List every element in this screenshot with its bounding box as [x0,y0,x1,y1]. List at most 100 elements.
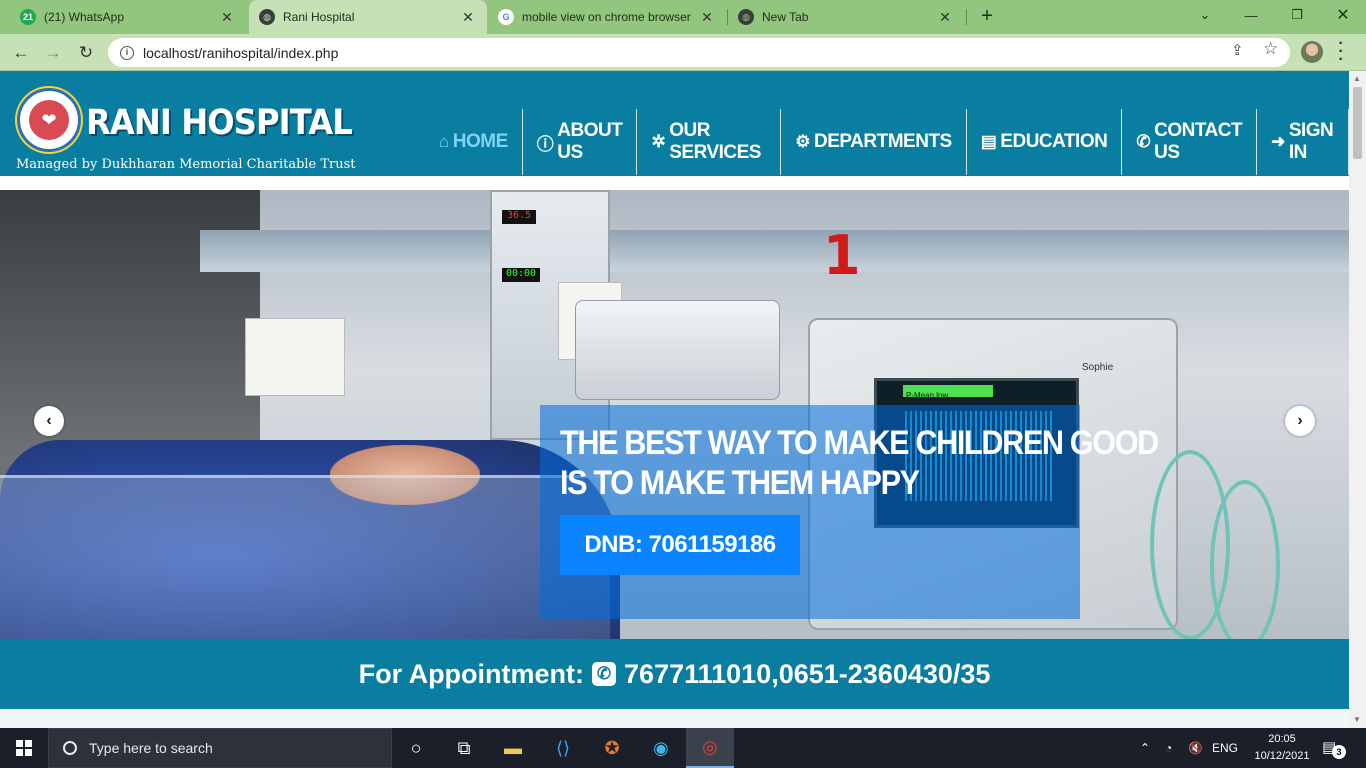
nav-label: OUR SERVICES [669,120,761,163]
paper-note [245,318,345,396]
infusion-pump [575,300,780,400]
chrome-icon[interactable]: ◎ [686,728,734,768]
carousel-prev-icon[interactable]: ‹ [34,406,64,436]
menu-icon[interactable]: · · · [1336,36,1346,68]
start-button[interactable] [0,728,48,768]
nav-label: ABOUT US [557,120,623,163]
tray-chevron-icon[interactable]: ⌃ [1140,728,1150,768]
carousel-caption: THE BEST WAY TO MAKE CHILDREN GOOD IS TO… [540,405,1159,619]
nav-education[interactable]: ▤ EDUCATION [967,109,1123,175]
close-icon[interactable]: ✕ [218,8,236,26]
cortana-icon[interactable]: ○ [392,728,440,768]
new-tab-button[interactable]: + [976,5,998,27]
gear-icon: ⚙ [795,132,811,151]
hospital-emblem-logo[interactable]: ❤ [17,88,81,152]
monitor-alarm-bar: P-Mean low [903,385,993,400]
clock-date: 10/12/2021 [1254,750,1310,762]
taskbar-search[interactable]: Type here to search [48,728,392,768]
tab-strip: 21 (21) WhatsApp ✕ ◍ Rani Hospital ✕ G m… [0,0,1366,34]
tab-separator [966,9,967,25]
tab-title: New Tab [762,10,809,24]
tab-title: Rani Hospital [283,10,355,24]
close-icon[interactable]: ✕ [936,8,954,26]
bookmark-star-icon[interactable]: ☆ [1263,39,1278,59]
scroll-up-icon[interactable]: ▲ [1353,74,1361,83]
forward-icon[interactable]: → [40,40,66,66]
site-logo-text[interactable]: RANI HOSPITAL [86,103,353,143]
appointment-label: For Appointment: [358,658,585,689]
spinner-icon: ✲ [651,132,666,151]
site-header: ❤ RANI HOSPITAL Managed by Dukhharan Mem… [0,71,1349,176]
file-explorer-icon[interactable]: ▬ [489,728,537,768]
system-clock[interactable]: 20:05 10/12/2021 [1252,731,1312,765]
wifi-icon[interactable]: ◔ [1165,728,1172,768]
nav-our-services[interactable]: ✲ OUR SERVICES [637,109,782,175]
incubator-cover [0,475,610,639]
close-icon[interactable]: ✕ [459,8,477,26]
info-icon: ⓘ [536,134,554,154]
site-tagline: Managed by Dukhharan Memorial Charitable… [16,157,356,172]
nav-departments[interactable]: ⚙ DEPARTMENTS [781,109,967,175]
site-info-icon[interactable]: i [120,45,134,60]
hero-carousel: 1 36.5 00:00 Sophie P-Mean low THE BEST … [0,190,1349,639]
nav-label: EDUCATION [1000,131,1108,152]
tab-google-search[interactable]: G mobile view on chrome browser ✕ [488,0,726,34]
appointment-bar: For Appointment: ✆ 7677111010,0651-23604… [0,639,1349,709]
ventilator-lcd-red: 36.5 [502,210,536,224]
headline-line-1: THE BEST WAY TO MAKE CHILDREN GOOD [560,424,1159,462]
vscode-icon[interactable]: ⟨⟩ [539,728,587,768]
globe-icon: ◍ [738,9,754,25]
scroll-thumb[interactable] [1353,87,1362,159]
sign-in-icon: ➜ [1271,132,1285,151]
home-icon: ⌂ [439,132,449,151]
page-viewport: ❤ RANI HOSPITAL Managed by Dukhharan Mem… [0,71,1349,728]
monitor-brand: Sophie [1082,362,1114,373]
monitor-alarm-label: P-Mean low [906,391,949,400]
volume-muted-icon[interactable]: 🔇 [1188,728,1203,768]
nav-label: SIGN IN [1288,120,1334,163]
close-icon[interactable]: ✕ [698,8,716,26]
tab-rani-hospital[interactable]: ◍ Rani Hospital ✕ [249,0,487,34]
profile-avatar[interactable] [1301,41,1323,63]
restore-icon[interactable]: ❐ [1274,0,1320,30]
back-icon[interactable]: ← [8,40,34,66]
minimize-icon[interactable]: — [1228,0,1274,30]
tab-search-icon[interactable]: ⌄ [1182,0,1228,30]
bed-number: 1 [823,224,861,287]
scroll-down-icon[interactable]: ▼ [1353,715,1361,724]
tab-new-tab[interactable]: ◍ New Tab ✕ [728,0,964,34]
ventilator-tube [1210,480,1280,639]
nav-home[interactable]: ⌂ HOME [425,109,523,175]
appointment-numbers[interactable]: 7677111010,0651-2360430/35 [624,659,990,690]
notification-center-icon[interactable]: ▤ 3 [1322,738,1346,759]
share-icon[interactable]: ⇪ [1231,41,1244,59]
main-nav: ⌂ HOME ⓘ ABOUT US ✲ OUR SERVICES ⚙ DEPAR… [425,109,1349,175]
header-gap [0,176,1349,190]
page-scrollbar[interactable]: ▲ ▼ [1349,71,1366,728]
reload-icon[interactable]: ↻ [73,40,99,66]
headline-line-2: IS TO MAKE THEM HAPPY [560,464,920,502]
task-view-icon[interactable]: ⧉ [440,728,488,768]
nav-label: CONTACT US [1154,120,1243,163]
notification-badge: 3 [1332,745,1346,759]
tab-whatsapp[interactable]: 21 (21) WhatsApp ✕ [10,0,246,34]
search-placeholder: Type here to search [89,740,213,756]
url-text[interactable]: localhost/ranihospital/index.php [143,45,338,61]
carousel-next-icon[interactable]: › [1285,406,1315,436]
edge-icon[interactable]: ◉ [637,728,685,768]
address-bar[interactable]: i localhost/ranihospital/index.php [108,38,1290,67]
nav-sign-in[interactable]: ➜ SIGN IN [1257,109,1349,175]
language-indicator[interactable]: ENG [1212,728,1238,768]
nav-contact-us[interactable]: ✆ CONTACT US [1122,109,1258,175]
browser-toolbar: ← → ↻ i localhost/ranihospital/index.php… [0,34,1366,71]
tab-title: (21) WhatsApp [44,10,125,24]
window-close-icon[interactable]: ✕ [1320,0,1366,30]
ventilator-lcd-green: 00:00 [502,268,540,282]
xampp-icon[interactable]: ✪ [588,728,636,768]
windows-taskbar: Type here to search ○ ⧉ ▬ ⟨⟩ ✪ ◉ ◎ ⌃ ◔ 🔇… [0,728,1366,768]
clock-time: 20:05 [1268,733,1296,745]
dnb-phone-button[interactable]: DNB: 7061159186 [560,515,800,575]
globe-icon: ◍ [259,9,275,25]
nav-about-us[interactable]: ⓘ ABOUT US [523,109,638,175]
phone-icon: ✆ [1136,132,1151,151]
